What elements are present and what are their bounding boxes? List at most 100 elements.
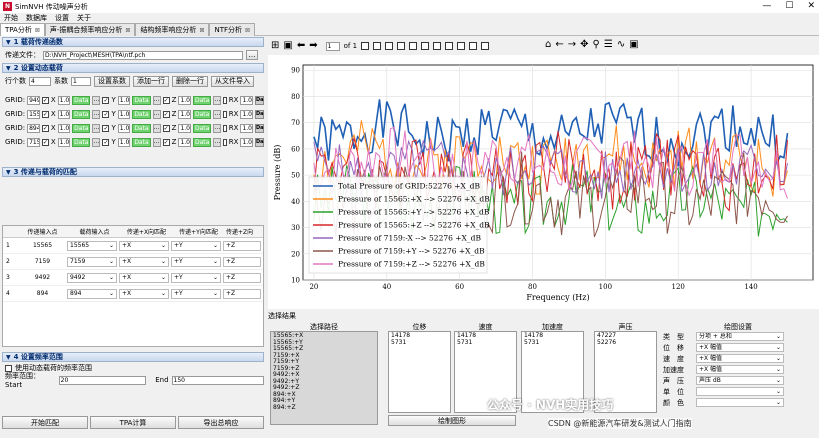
axis-checkbox[interactable]: ✓ (162, 124, 170, 132)
tab-tpa[interactable]: TPA分析 ⊠ (0, 23, 45, 36)
section-transfer-header[interactable]: ▼ 1 载荷传递函数 (2, 37, 264, 47)
z-match-select[interactable]: +Z (223, 288, 261, 299)
layout-9-icon[interactable] (457, 42, 466, 50)
y-match-select[interactable]: +Y ⌄ (171, 240, 221, 251)
tpa-compute-button[interactable]: TPA计算 (90, 416, 176, 429)
section-freq-header[interactable]: ▼ 4 设置频率范围 (2, 352, 264, 362)
y-match-select[interactable]: +Y ⌄ (171, 288, 221, 299)
close-tab-icon[interactable]: ⊠ (35, 27, 40, 34)
layout-2-icon[interactable] (373, 42, 382, 50)
more-icon[interactable]: … (92, 123, 101, 133)
z-match-select[interactable]: +Z (223, 272, 261, 283)
more-icon[interactable]: … (152, 137, 161, 147)
scale-input[interactable]: 1.0 (240, 95, 253, 105)
list-item[interactable]: 5731 (524, 339, 581, 347)
save-icon[interactable]: ▣ (283, 40, 292, 52)
arrow-left-icon[interactable]: ⬅ (297, 40, 305, 52)
grid-id-input[interactable]: 894 (27, 123, 40, 133)
z-match-select[interactable]: +Z (223, 240, 261, 251)
load-point-select[interactable]: 894 ⌄ (67, 288, 117, 299)
setting-select[interactable]: ⌄ (696, 398, 784, 407)
rx-checkbox[interactable] (223, 110, 227, 118)
more-icon[interactable]: … (152, 123, 161, 133)
arrow-right-icon[interactable]: ➡ (309, 40, 317, 52)
data-button[interactable]: Data (132, 95, 151, 105)
import-file-button[interactable]: 从文件导入 (211, 75, 254, 87)
zoom-icon[interactable]: ⚲ (593, 39, 600, 51)
table-row[interactable]: 3 9492 9492 ⌄ +X ⌄ +Y ⌄ +Z (3, 270, 263, 286)
data-button[interactable]: Da (255, 109, 264, 119)
axis-checkbox[interactable]: ✓ (162, 138, 170, 146)
data-button[interactable]: Data (192, 137, 212, 147)
page-input[interactable]: 1 (325, 41, 340, 51)
plot-area[interactable]: 20 40 60 80 100 120 140 10 20 30 40 50 60 70 80 90 Frequ… (268, 55, 819, 309)
x-match-select[interactable]: +X ⌄ (119, 240, 169, 251)
x-match-select[interactable]: +X ⌄ (119, 256, 169, 267)
layout-4-icon[interactable] (397, 42, 406, 50)
more-icon[interactable]: … (213, 137, 222, 147)
pan-icon[interactable]: ✥ (580, 39, 588, 51)
data-button[interactable]: Data (72, 123, 91, 133)
axis-checkbox[interactable]: ✓ (41, 96, 49, 104)
table-row[interactable]: 4 894 894 ⌄ +X ⌄ +Y ⌄ +Z (3, 286, 263, 302)
section-match-header[interactable]: ▼ 3 传递与载荷的匹配 (2, 167, 264, 177)
setting-select[interactable]: +X 幅值 ⌄ (696, 354, 784, 363)
end-freq-input[interactable]: 150 (171, 375, 264, 385)
list-item[interactable]: 52276 (597, 339, 654, 347)
scale-input[interactable]: 1.0 (57, 137, 71, 147)
load-point-select[interactable]: 7159 ⌄ (67, 256, 117, 267)
maximize-icon[interactable]: ☐ (785, 0, 793, 13)
minimize-icon[interactable]: — (762, 0, 771, 13)
scale-input[interactable]: 1.0 (178, 109, 191, 119)
data-button[interactable]: Data (192, 95, 212, 105)
menu-start[interactable]: 开始 (4, 13, 18, 23)
load-point-select[interactable]: 9492 ⌄ (67, 272, 117, 283)
forward-icon[interactable]: → (568, 39, 576, 51)
layout-7-icon[interactable] (433, 42, 442, 50)
z-match-select[interactable]: +Z (223, 256, 261, 267)
setting-select[interactable]: +X 幅值 ⌄ (696, 343, 784, 352)
setting-select[interactable]: 声压 dB ⌄ (696, 376, 784, 385)
list-item[interactable]: 5731 (391, 339, 448, 347)
load-point-select[interactable]: 15565 ⌄ (67, 240, 117, 251)
more-icon[interactable]: … (213, 109, 222, 119)
layout-6-icon[interactable] (421, 42, 430, 50)
data-button[interactable]: Da (255, 95, 264, 105)
tab-ntf[interactable]: NTF分析 ⊠ (209, 23, 256, 36)
scale-input[interactable]: 1.0 (178, 123, 191, 133)
delete-row-button[interactable]: 删除一行 (172, 75, 208, 87)
axis-checkbox[interactable]: ✓ (102, 110, 110, 118)
transfer-file-input[interactable]: D:\NVH_Project\MESH\TPA\ntf.pch (43, 50, 243, 60)
more-icon[interactable]: … (152, 95, 161, 105)
scale-input[interactable]: 1.0 (117, 109, 131, 119)
close-icon[interactable]: ✕ (807, 0, 815, 13)
data-button[interactable]: Da (255, 137, 264, 147)
data-button[interactable]: Data (72, 95, 91, 105)
grid-id-input[interactable]: 15565 (27, 109, 40, 119)
data-button[interactable]: Data (72, 137, 91, 147)
x-match-select[interactable]: +X ⌄ (119, 288, 169, 299)
row-count-input[interactable]: 4 (29, 76, 51, 86)
scale-input[interactable]: 1.0 (178, 95, 191, 105)
table-row[interactable]: 2 7159 7159 ⌄ +X ⌄ +Y ⌄ +Z (3, 254, 263, 270)
start-match-button[interactable]: 开始匹配 (2, 416, 88, 429)
y-match-select[interactable]: +Y ⌄ (171, 272, 221, 283)
rx-checkbox[interactable] (223, 124, 227, 132)
data-button[interactable]: Data (72, 109, 91, 119)
axis-checkbox[interactable]: ✓ (102, 138, 110, 146)
table-row[interactable]: 1 15565 15565 ⌄ +X ⌄ +Y ⌄ +Z (3, 238, 263, 254)
setting-select[interactable]: ⌄ (696, 387, 784, 396)
grid-id-input[interactable]: 9492 (27, 95, 40, 105)
grid-id-input[interactable]: 7159 (27, 137, 40, 147)
axis-checkbox[interactable]: ✓ (162, 96, 170, 104)
add-row-button[interactable]: 添加一行 (133, 75, 169, 87)
layout-8-icon[interactable] (445, 42, 454, 50)
more-icon[interactable]: … (92, 95, 101, 105)
disp-list[interactable]: 14178 5731 (388, 331, 451, 413)
add-icon[interactable]: ⊞ (271, 40, 279, 52)
close-tab-icon[interactable]: ⊠ (125, 27, 130, 34)
coef-input[interactable]: 1 (71, 76, 91, 86)
back-icon[interactable]: ← (555, 39, 563, 51)
data-button[interactable]: Data (192, 109, 212, 119)
configure-icon[interactable]: ☰ (604, 39, 613, 51)
